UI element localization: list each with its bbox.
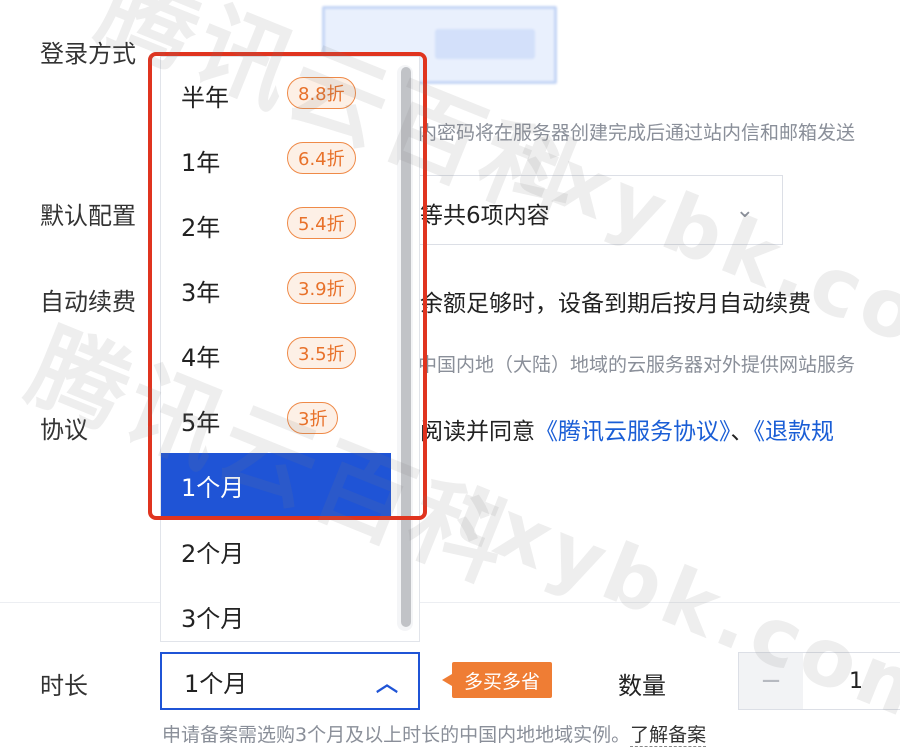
default-config-value: 等共6项内容 [420,203,550,229]
agreement-separator: 、 [730,419,754,445]
duration-value: 1个月 [184,669,248,698]
agreement-label: 协议 [40,416,88,444]
decrement-button[interactable]: − [739,653,803,709]
duration-option[interactable]: 4年 3.5折 [161,323,391,388]
duration-option[interactable]: 半年 8.8折 [161,63,391,128]
filing-note-text: 申请备案需选购3个月及以上时长的中国内地地域实例。 [162,724,631,746]
default-config-label: 默认配置 [40,202,136,230]
duration-option[interactable]: 5年 3折 [161,388,391,453]
discount-badge: 5.4折 [287,207,356,239]
duration-option[interactable]: 1年 6.4折 [161,128,391,193]
option-label: 2个月 [181,540,245,568]
region-desc: 中国内地（大陆）地域的云服务器对外提供网站服务 [418,354,856,376]
auto-renew-text: 余额足够时，设备到期后按月自动续费 [420,291,811,317]
duration-dropdown: 半年 8.8折 1年 6.4折 2年 5.4折 3年 3.9折 4年 3.5折 … [160,56,420,642]
promo-badge: 多买多省 [441,662,553,698]
option-label: 4年 [181,344,221,372]
discount-badge: 8.8折 [287,77,356,109]
chevron-down-icon: ⌄ [735,198,754,223]
option-label: 半年 [181,84,229,112]
option-label: 2年 [181,214,221,242]
quantity-input[interactable]: 1 [803,653,900,709]
agreement-prefix: 阅读并同意 [420,419,535,445]
learn-filing-link[interactable]: 了解备案 [630,724,707,747]
quantity-stepper[interactable]: − 1 [738,652,900,710]
discount-badge: 3.5折 [287,337,356,369]
login-method-label: 登录方式 [40,40,136,68]
duration-label: 时长 [40,672,88,700]
duration-select[interactable]: 1个月 ︿ [160,652,420,710]
duration-option[interactable]: 2年 5.4折 [161,193,391,258]
service-agreement-link[interactable]: 《腾讯云服务协议》 [535,419,731,445]
duration-option[interactable]: 2个月 [161,519,391,584]
duration-option[interactable]: 3年 3.9折 [161,258,391,323]
option-label: 5年 [181,409,221,437]
filing-note: 申请备案需选购3个月及以上时长的中国内地地域实例。了解备案 [162,720,707,747]
login-method-desc: 内密码将在服务器创建完成后通过站内信和邮箱发送 [418,122,856,144]
option-label: 1个月 [181,474,245,502]
duration-option[interactable]: 3个月 [161,584,391,641]
option-label: 1年 [181,149,221,177]
discount-badge: 6.4折 [287,142,356,174]
auto-renew-label: 自动续费 [40,288,136,316]
option-label: 3年 [181,279,221,307]
discount-badge: 3.9折 [287,272,356,304]
duration-option-selected[interactable]: 1个月 [161,453,391,518]
discount-badge: 3折 [287,402,339,434]
option-label: 3个月 [181,605,245,633]
quantity-label: 数量 [618,672,666,700]
chevron-up-icon: ︿ [375,672,398,697]
agreement-text: 阅读并同意《腾讯云服务协议》、《退款规 [420,412,834,446]
dropdown-scrollbar-thumb[interactable] [401,67,411,627]
refund-policy-link[interactable]: 《退款规 [754,419,835,445]
default-config-select[interactable]: 等共6项内容 ⌄ [395,175,783,245]
